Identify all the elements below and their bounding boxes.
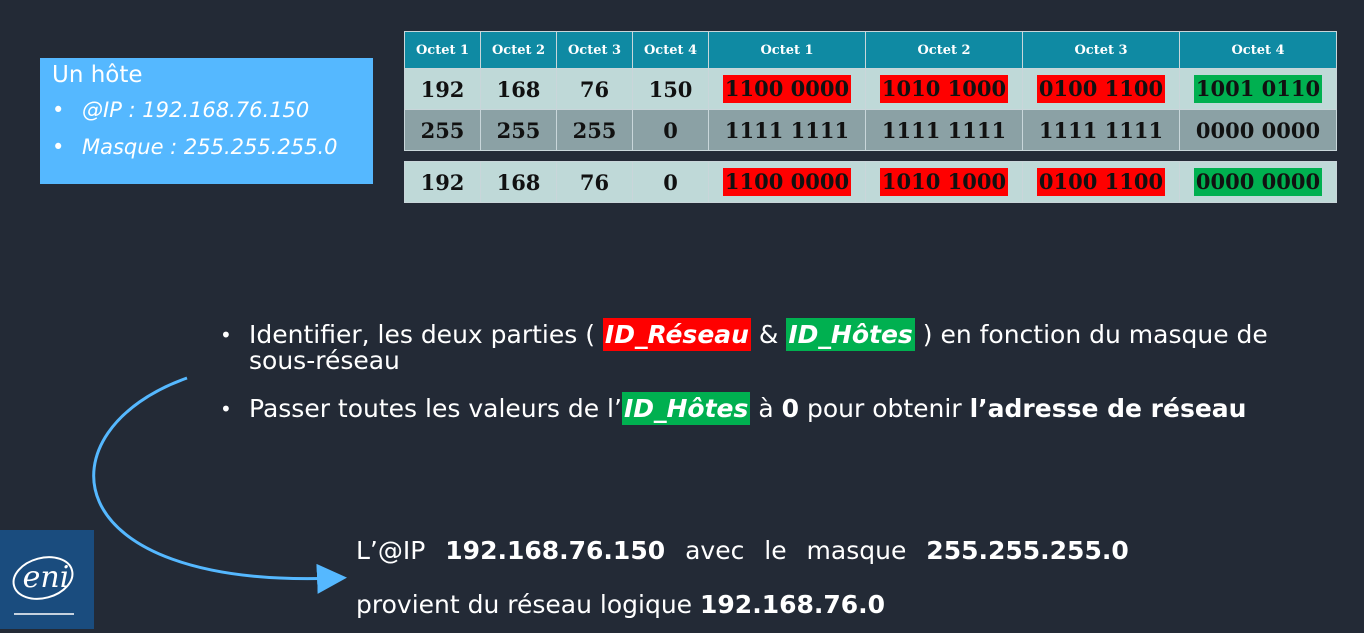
zero-value: 0 bbox=[781, 394, 800, 423]
header-binary-octet-2: Octet 2 bbox=[865, 31, 1023, 69]
table-cell: 168 bbox=[480, 68, 557, 110]
network-address-term: l’adresse de réseau bbox=[969, 394, 1247, 423]
table-cell: 255 bbox=[480, 109, 557, 151]
text: provient du réseau logique bbox=[356, 590, 693, 619]
network-bits: 0100 1100 bbox=[1036, 75, 1166, 103]
header-decimal-octet-4: Octet 4 bbox=[632, 31, 709, 69]
table-cell: 1001 0110 bbox=[1179, 68, 1337, 110]
table-cell: 168 bbox=[480, 161, 557, 203]
table-header-row: Octet 1 Octet 2 Octet 3 Octet 4 Octet 1 … bbox=[404, 31, 1337, 69]
table-cell: 76 bbox=[556, 68, 633, 110]
header-binary-octet-1: Octet 1 bbox=[708, 31, 866, 69]
table-cell: 150 bbox=[632, 68, 709, 110]
host-bits: 0000 0000 bbox=[1193, 168, 1323, 196]
table-cell: 76 bbox=[556, 161, 633, 203]
table-cell: 1111 1111 bbox=[708, 109, 866, 151]
text: à bbox=[750, 394, 782, 423]
header-decimal-octet-2: Octet 2 bbox=[480, 31, 557, 69]
table-gap bbox=[405, 151, 1337, 162]
table-cell: 0 bbox=[632, 109, 709, 151]
result-line-1: L’@IP 192.168.76.150 avec le masque 255.… bbox=[356, 536, 1129, 566]
table-cell: 255 bbox=[404, 109, 481, 151]
text: & bbox=[750, 320, 787, 349]
table-cell: 1111 1111 bbox=[1022, 109, 1180, 151]
ip-address: 192.168.76.150 bbox=[445, 536, 666, 565]
table-cell: 1010 1000 bbox=[865, 68, 1023, 110]
table-cell: 1010 1000 bbox=[865, 161, 1023, 203]
result-line-2: provient du réseau logique 192.168.76.0 bbox=[356, 590, 1129, 620]
table-cell: 192 bbox=[404, 68, 481, 110]
id-reseau-highlight: ID_Réseau bbox=[602, 318, 751, 351]
eni-logo-icon: eni bbox=[12, 556, 74, 615]
network-bits: 1010 1000 bbox=[879, 168, 1009, 196]
table-cell: 255 bbox=[556, 109, 633, 151]
logo-text: eni bbox=[23, 560, 70, 595]
table-cell: 192 bbox=[404, 161, 481, 203]
host-bits: 1001 0110 bbox=[1193, 75, 1323, 103]
header-binary-octet-4: Octet 4 bbox=[1179, 31, 1337, 69]
header-decimal-octet-1: Octet 1 bbox=[404, 31, 481, 69]
eni-logo: eni bbox=[0, 530, 94, 629]
table-row-mask: 255 255 255 0 1111 1111 1111 1111 1111 1… bbox=[404, 109, 1337, 151]
network-bits: 1100 0000 bbox=[722, 168, 852, 196]
network-address: 192.168.76.0 bbox=[700, 590, 886, 619]
table-cell: 0100 1100 bbox=[1022, 161, 1180, 203]
table-row-network: 192 168 76 0 1100 0000 1010 1000 0100 11… bbox=[404, 161, 1337, 203]
network-bits: 1010 1000 bbox=[879, 75, 1009, 103]
table-cell: 1100 0000 bbox=[708, 161, 866, 203]
table-cell: 1100 0000 bbox=[708, 68, 866, 110]
text: pour obtenir bbox=[799, 394, 970, 423]
table-cell: 0000 0000 bbox=[1179, 161, 1337, 203]
result-statement: L’@IP 192.168.76.150 avec le masque 255.… bbox=[356, 536, 1129, 620]
table-cell: 1111 1111 bbox=[865, 109, 1023, 151]
id-hotes-highlight: ID_Hôtes bbox=[621, 392, 751, 425]
id-hotes-highlight: ID_Hôtes bbox=[786, 318, 915, 351]
network-bits: 0100 1100 bbox=[1036, 168, 1166, 196]
table-cell: 0100 1100 bbox=[1022, 68, 1180, 110]
network-bits: 1100 0000 bbox=[722, 75, 852, 103]
header-binary-octet-3: Octet 3 bbox=[1022, 31, 1180, 69]
text: L’@IP bbox=[356, 536, 426, 565]
table-cell: 0 bbox=[632, 161, 709, 203]
table-row-ip: 192 168 76 150 1100 0000 1010 1000 0100 … bbox=[404, 68, 1337, 110]
table-cell: 0000 0000 bbox=[1179, 109, 1337, 151]
ip-conversion-table: Octet 1 Octet 2 Octet 3 Octet 4 Octet 1 … bbox=[404, 31, 1337, 203]
text: avec le masque bbox=[685, 536, 907, 565]
subnet-mask: 255.255.255.0 bbox=[926, 536, 1129, 565]
header-decimal-octet-3: Octet 3 bbox=[556, 31, 633, 69]
